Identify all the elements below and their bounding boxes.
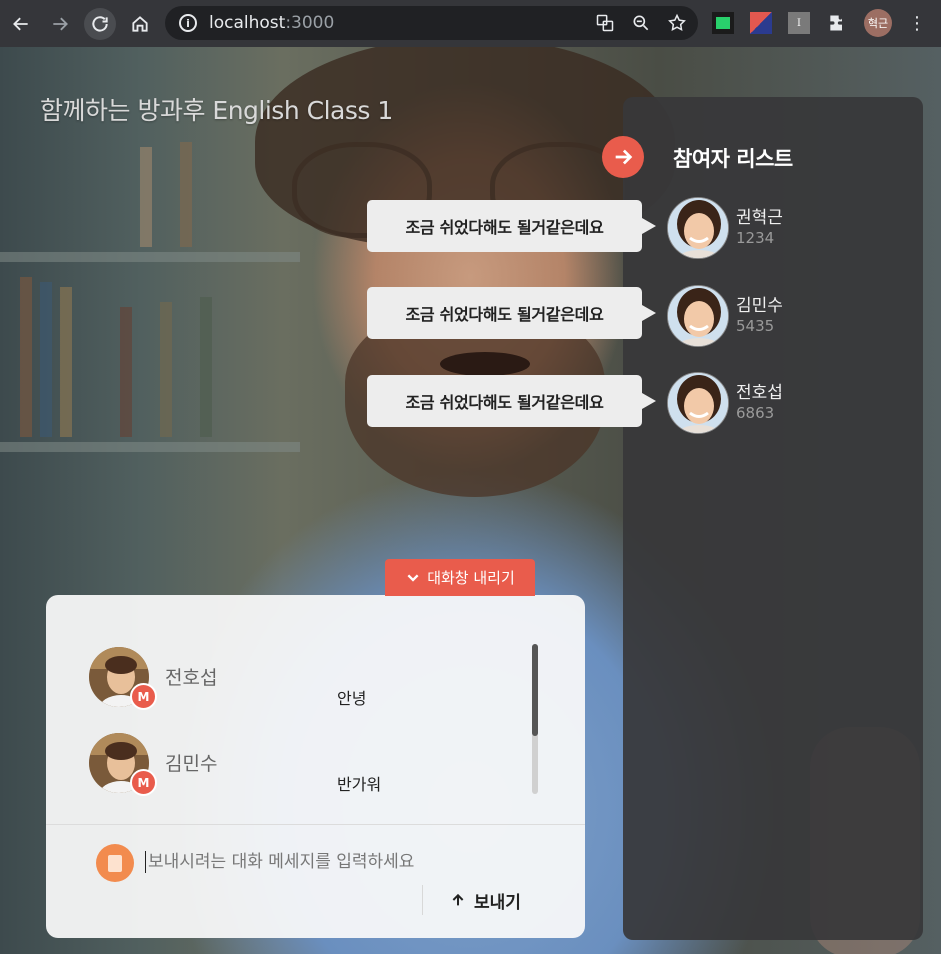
arrow-right-icon — [615, 149, 633, 165]
url-host: localhost — [209, 13, 286, 33]
kebab-menu-icon[interactable]: ⋮ — [908, 13, 926, 34]
avatar — [667, 372, 729, 434]
profile-avatar[interactable]: 혁근 — [864, 9, 892, 37]
attach-file-button[interactable] — [96, 844, 134, 882]
participant-item[interactable]: 권혁근 1234 — [667, 197, 897, 261]
forward-button[interactable] — [45, 9, 75, 39]
translate-icon[interactable] — [594, 12, 616, 34]
bookshelf — [0, 252, 300, 262]
participant-id: 1234 — [736, 229, 775, 247]
document-icon — [108, 854, 122, 872]
chat-text: 안녕 — [337, 689, 367, 708]
speech-bubble: 조금 쉬었다해도 될거같은데요 — [367, 375, 656, 427]
speech-bubble: 조금 쉬었다해도 될거같은데요 — [367, 200, 656, 252]
chat-collapse-button[interactable]: 대화창 내리기 — [385, 559, 535, 596]
extension-gray-icon[interactable]: I — [788, 12, 810, 34]
chat-message: M 김민수 반가워 — [89, 733, 519, 796]
scrollbar-thumb[interactable] — [532, 644, 538, 736]
text-caret — [145, 851, 146, 873]
send-divider — [422, 885, 423, 915]
moderator-badge: M — [130, 683, 157, 710]
class-title: 함께하는 방과후 English Class 1 — [40, 96, 393, 125]
collapse-panel-button[interactable] — [602, 136, 644, 178]
participant-name: 권혁근 — [736, 208, 783, 228]
reload-button[interactable] — [84, 7, 116, 40]
speech-bubble: 조금 쉬었다해도 될거같은데요 — [367, 287, 656, 339]
participant-name: 김민수 — [736, 296, 783, 316]
extension-green-icon[interactable] — [712, 12, 734, 34]
avatar — [667, 285, 729, 347]
send-label: 보내기 — [474, 892, 521, 913]
chat-divider — [46, 824, 585, 825]
bookmark-star-icon[interactable] — [666, 12, 688, 34]
puzzle-icon[interactable] — [826, 12, 848, 34]
arrow-right-icon — [53, 17, 68, 30]
chat-collapse-label: 대화창 내리기 — [427, 569, 515, 587]
chat-text: 반가워 — [337, 775, 382, 794]
participant-panel-title: 참여자 리스트 — [673, 147, 793, 171]
send-button[interactable]: 보내기 — [450, 886, 540, 914]
participant-name: 전호섭 — [736, 383, 783, 403]
chat-sender: 김민수 — [165, 753, 218, 775]
back-button[interactable] — [6, 9, 36, 39]
participant-id: 6863 — [736, 404, 775, 422]
chat-message-input[interactable] — [148, 847, 440, 877]
url-port: :3000 — [285, 13, 335, 33]
zoom-out-icon[interactable] — [630, 12, 652, 34]
chat-scrollbar[interactable] — [532, 644, 538, 794]
extension-split-icon[interactable] — [750, 12, 772, 34]
arrow-up-icon — [452, 893, 464, 906]
chat-message: M 전호섭 안녕 — [89, 647, 519, 710]
moderator-badge: M — [130, 769, 157, 796]
participant-id: 5435 — [736, 317, 775, 335]
person-mouth — [440, 352, 530, 376]
info-icon[interactable]: i — [179, 14, 197, 32]
chat-sender: 전호섭 — [165, 667, 218, 689]
bookshelf — [0, 442, 300, 452]
participant-item[interactable]: 전호섭 6863 — [667, 372, 897, 436]
avatar — [667, 197, 729, 259]
address-bar[interactable]: i localhost:3000 — [165, 6, 698, 40]
participant-item[interactable]: 김민수 5435 — [667, 285, 897, 349]
video-stage: 함께하는 방과후 English Class 1 참여자 리스트 조금 쉬었다해… — [0, 47, 941, 954]
chevron-down-icon — [407, 574, 419, 582]
arrow-left-icon — [13, 17, 28, 30]
reload-icon — [92, 15, 108, 32]
home-icon — [132, 15, 148, 32]
browser-toolbar: i localhost:3000 I 혁근 ⋮ — [0, 0, 941, 47]
home-button[interactable] — [125, 9, 155, 39]
